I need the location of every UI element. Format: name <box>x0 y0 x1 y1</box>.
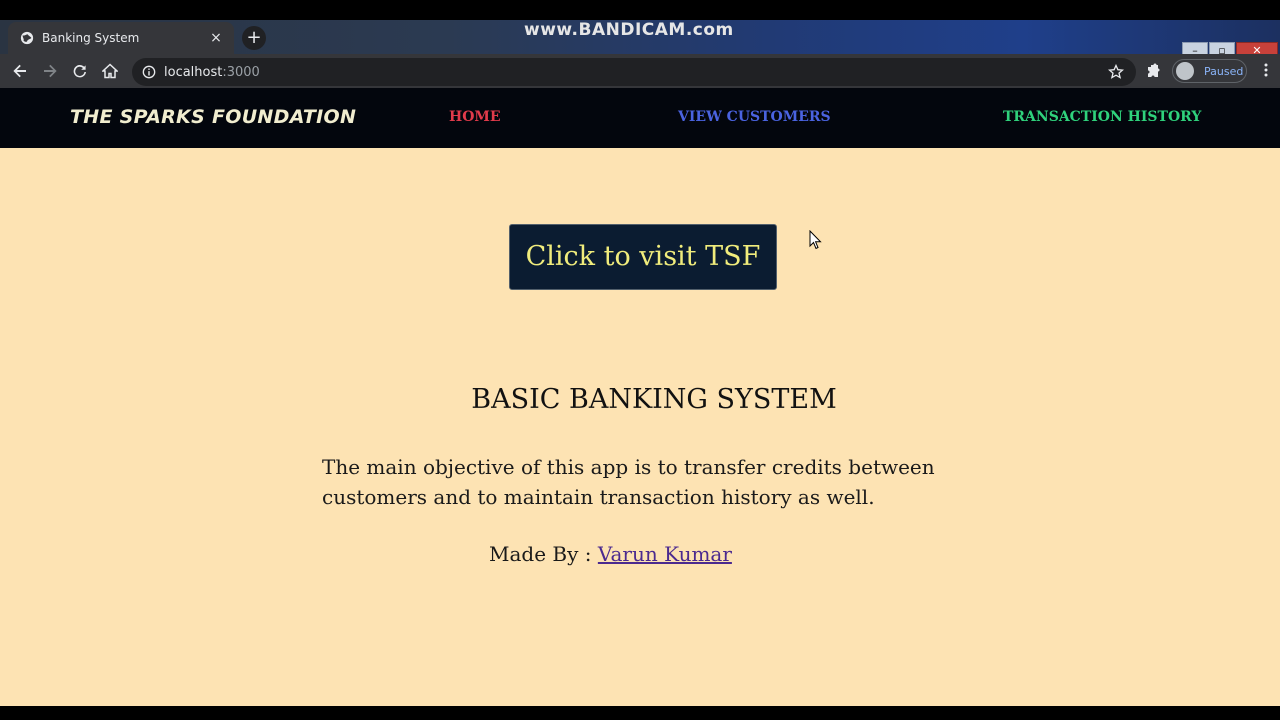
bookmark-star-icon[interactable] <box>1108 64 1124 80</box>
made-by-label: Made By : <box>489 542 598 566</box>
url-text: localhost:3000 <box>164 65 260 80</box>
reload-icon <box>73 65 86 78</box>
browser-tab[interactable]: Banking System × <box>8 22 234 54</box>
site-brand[interactable]: THE SPARKS FOUNDATION <box>70 106 356 128</box>
page-content: Click to visit TSF BASIC BANKING SYSTEM … <box>0 148 1280 706</box>
forward-arrow-icon <box>44 64 57 78</box>
nav-link-home[interactable]: HOME <box>449 109 501 125</box>
url-port: :3000 <box>222 64 260 80</box>
browser-toolbar: localhost:3000 Paused <box>0 54 1280 88</box>
back-arrow-icon <box>13 64 26 78</box>
new-tab-button[interactable]: + <box>242 26 266 50</box>
reload-button[interactable] <box>65 56 95 86</box>
info-icon <box>142 65 156 79</box>
mouse-cursor-icon <box>809 230 822 250</box>
page-title: BASIC BANKING SYSTEM <box>471 384 837 415</box>
app-description: The main objective of this app is to tra… <box>322 455 935 509</box>
extensions-puzzle-icon[interactable] <box>1145 63 1161 79</box>
tab-close-icon[interactable]: × <box>208 30 224 46</box>
back-button[interactable] <box>5 56 35 86</box>
profile-status: Paused <box>1204 64 1244 78</box>
profile-button[interactable]: Paused <box>1172 59 1247 83</box>
nav-link-transaction-history[interactable]: TRANSACTION HISTORY <box>1003 109 1201 125</box>
visit-tsf-button[interactable]: Click to visit TSF <box>509 224 777 290</box>
url-host: localhost <box>164 64 223 80</box>
more-menu-icon[interactable] <box>1258 62 1274 78</box>
bandicam-watermark: www.BANDICAM.com <box>524 20 734 40</box>
screen-top-band <box>0 0 1280 20</box>
home-button[interactable] <box>95 56 125 86</box>
made-by-line: Made By : Varun Kumar <box>489 542 732 566</box>
avatar <box>1176 62 1194 80</box>
author-link[interactable]: Varun Kumar <box>598 542 732 566</box>
home-icon <box>102 63 118 79</box>
tab-title: Banking System <box>42 31 140 45</box>
nav-link-view-customers[interactable]: VIEW CUSTOMERS <box>678 109 831 125</box>
globe-icon <box>20 31 34 45</box>
screen-bottom-band <box>0 706 1280 720</box>
forward-button[interactable] <box>35 56 65 86</box>
address-bar[interactable]: localhost:3000 <box>132 58 1136 86</box>
site-navbar: THE SPARKS FOUNDATION HOME VIEW CUSTOMER… <box>0 88 1280 148</box>
